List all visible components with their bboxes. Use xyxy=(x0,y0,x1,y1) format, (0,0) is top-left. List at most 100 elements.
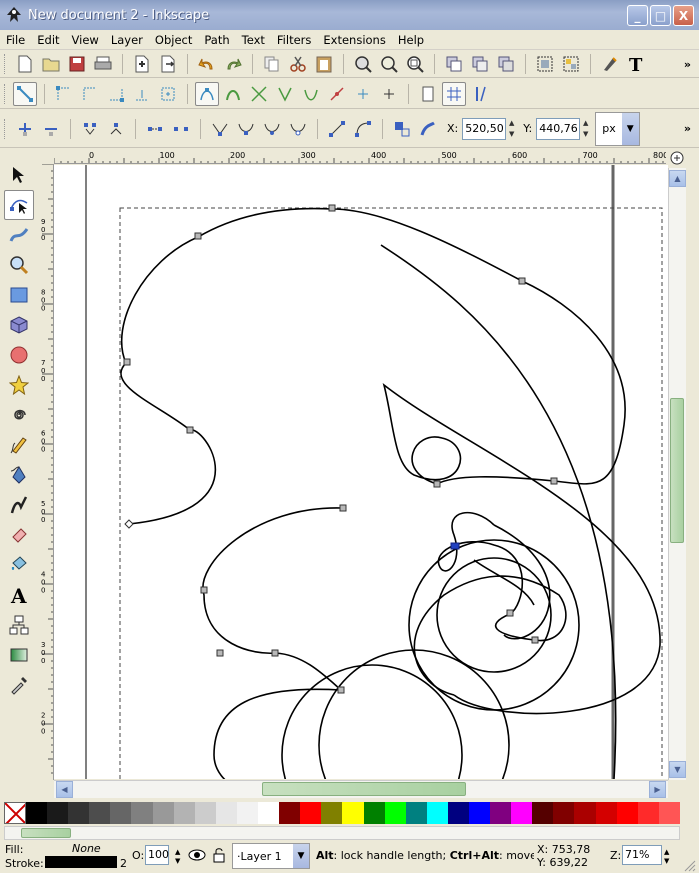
snap-bbox-icon[interactable] xyxy=(52,82,76,106)
spiral-tool-icon[interactable] xyxy=(4,400,34,430)
paste-icon[interactable] xyxy=(312,52,336,76)
no-paint-swatch[interactable] xyxy=(4,802,26,824)
ellipse-tool-icon[interactable] xyxy=(4,340,34,370)
snap-path-icon[interactable] xyxy=(221,82,245,106)
zoom-input[interactable]: 71% xyxy=(622,845,662,865)
pencil-tool-icon[interactable] xyxy=(4,430,34,460)
color-swatch[interactable] xyxy=(511,802,533,824)
insert-node-icon[interactable] xyxy=(13,117,37,141)
segment-line-icon[interactable] xyxy=(325,117,349,141)
export-icon[interactable] xyxy=(156,52,180,76)
calligraphy-tool-icon[interactable] xyxy=(4,490,34,520)
color-swatch[interactable] xyxy=(279,802,301,824)
join-segment-icon[interactable] xyxy=(143,117,167,141)
zoom-drawing-icon[interactable] xyxy=(377,52,401,76)
paint-bucket-tool-icon[interactable] xyxy=(4,550,34,580)
x-input[interactable] xyxy=(462,117,507,140)
color-swatch[interactable] xyxy=(194,802,216,824)
snap-bbox-edge-icon[interactable] xyxy=(78,82,102,106)
y-spinbox[interactable]: ▲▼ xyxy=(536,117,591,140)
opacity-input[interactable]: 100 xyxy=(145,845,169,865)
snap-bbox-corner-icon[interactable] xyxy=(104,82,128,106)
color-swatch[interactable] xyxy=(384,802,406,824)
color-swatch[interactable] xyxy=(595,802,617,824)
import-icon[interactable] xyxy=(130,52,154,76)
text-font-icon[interactable]: T xyxy=(624,52,648,76)
drawing-canvas[interactable] xyxy=(54,165,668,779)
palette-scrollbar[interactable] xyxy=(4,826,680,840)
pen-tool-icon[interactable] xyxy=(4,460,34,490)
color-swatch[interactable] xyxy=(342,802,364,824)
snap-cusp-icon[interactable] xyxy=(273,82,297,106)
color-swatch[interactable] xyxy=(236,802,259,824)
horizontal-scrollbar[interactable]: ◀ ▶ xyxy=(54,780,668,798)
color-swatch[interactable] xyxy=(574,802,596,824)
y-up-icon[interactable]: ▲ xyxy=(583,119,588,127)
tweak-tool-icon[interactable] xyxy=(4,220,34,250)
dropper-tool-icon[interactable] xyxy=(4,670,34,700)
menu-text[interactable]: Text xyxy=(236,33,271,47)
color-swatch[interactable] xyxy=(47,802,69,824)
menu-help[interactable]: Help xyxy=(392,33,430,47)
color-swatch[interactable] xyxy=(553,802,575,824)
color-swatch[interactable] xyxy=(258,802,280,824)
snap-intersection-icon[interactable] xyxy=(247,82,271,106)
chevron-down-icon[interactable]: ▼ xyxy=(621,112,639,145)
snap-smooth-icon[interactable] xyxy=(299,82,323,106)
node-tool-icon[interactable] xyxy=(4,190,34,220)
menu-layer[interactable]: Layer xyxy=(105,33,149,47)
rectangle-tool-icon[interactable] xyxy=(4,280,34,310)
resize-grip-icon[interactable] xyxy=(682,858,696,872)
color-swatch[interactable] xyxy=(321,802,343,824)
color-swatch[interactable] xyxy=(300,802,322,824)
eye-icon[interactable] xyxy=(188,848,206,862)
unit-dropdown[interactable]: px ▼ xyxy=(595,111,640,146)
menu-filters[interactable]: Filters xyxy=(271,33,317,47)
zoom-tool-icon[interactable] xyxy=(4,250,34,280)
color-swatch[interactable] xyxy=(68,802,90,824)
color-swatch[interactable] xyxy=(616,802,638,824)
color-swatch[interactable] xyxy=(658,802,680,824)
scroll-down-icon[interactable]: ▼ xyxy=(669,761,686,778)
selector-tool-icon[interactable] xyxy=(4,160,34,190)
node-cusp-icon[interactable] xyxy=(208,117,232,141)
color-swatch[interactable] xyxy=(637,802,659,824)
y-down-icon[interactable]: ▼ xyxy=(583,130,588,138)
snap-guide-icon[interactable] xyxy=(468,82,492,106)
eraser-tool-icon[interactable] xyxy=(4,520,34,550)
snap-object-center-icon[interactable] xyxy=(351,82,375,106)
star-tool-icon[interactable] xyxy=(4,370,34,400)
zoom-page-icon[interactable] xyxy=(403,52,427,76)
cut-icon[interactable] xyxy=(286,52,310,76)
snap-bbox-midpoint-icon[interactable] xyxy=(130,82,154,106)
x-spinbox[interactable]: ▲▼ xyxy=(462,117,517,140)
menu-file[interactable]: File xyxy=(0,33,31,47)
zoom-selection-icon[interactable] xyxy=(351,52,375,76)
print-icon[interactable] xyxy=(91,52,115,76)
color-swatch[interactable] xyxy=(468,802,491,824)
x-down-icon[interactable]: ▼ xyxy=(509,130,514,138)
delete-node-icon[interactable] xyxy=(39,117,63,141)
color-swatch[interactable] xyxy=(110,802,132,824)
snap-nodes-icon[interactable] xyxy=(195,81,219,106)
maximize-button[interactable]: □ xyxy=(650,5,671,26)
color-swatch[interactable] xyxy=(173,802,195,824)
color-swatch[interactable] xyxy=(89,802,111,824)
palette-scroll-thumb[interactable] xyxy=(21,828,71,838)
node-auto-smooth-icon[interactable] xyxy=(286,117,310,141)
menu-path[interactable]: Path xyxy=(198,33,235,47)
scroll-left-icon[interactable]: ◀ xyxy=(56,781,73,798)
color-swatch[interactable] xyxy=(532,802,554,824)
color-swatch[interactable] xyxy=(447,802,469,824)
snap-rotation-center-icon[interactable] xyxy=(377,82,401,106)
menu-extensions[interactable]: Extensions xyxy=(317,33,391,47)
color-swatch[interactable] xyxy=(215,802,237,824)
color-swatch[interactable] xyxy=(363,802,385,824)
delete-segment-icon[interactable] xyxy=(169,117,193,141)
fill-value[interactable]: None xyxy=(72,842,101,855)
color-swatch[interactable] xyxy=(26,802,48,824)
stroke-to-path-icon[interactable] xyxy=(416,117,440,141)
text-tool-icon[interactable]: A xyxy=(4,580,34,610)
horizontal-scroll-thumb[interactable] xyxy=(262,782,466,796)
duplicate-icon[interactable] xyxy=(442,52,466,76)
